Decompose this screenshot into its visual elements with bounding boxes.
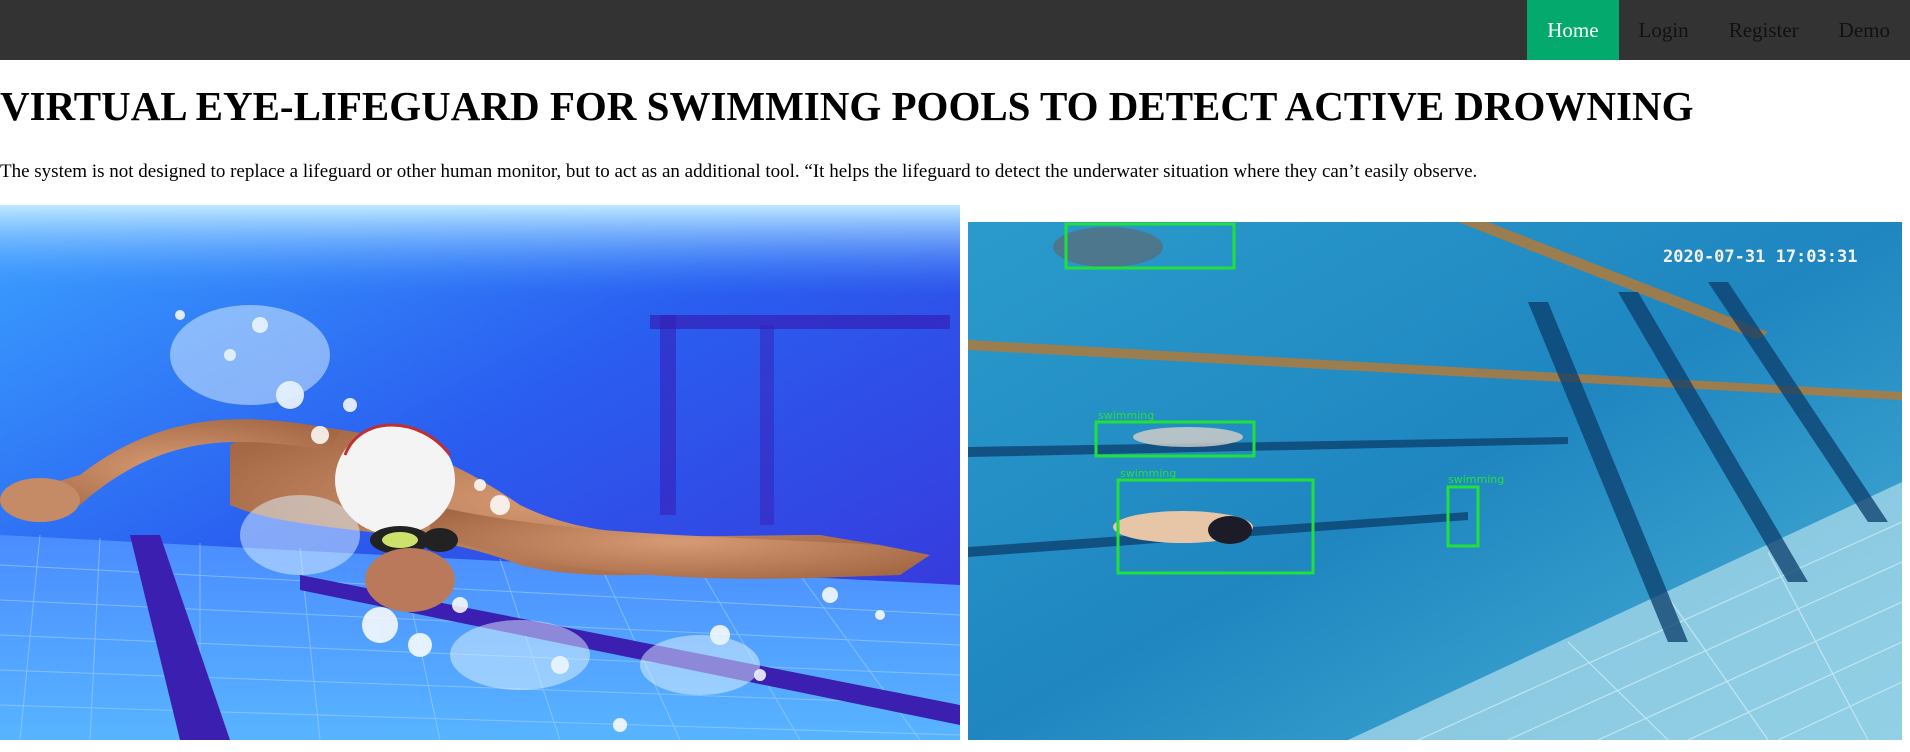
detection-camera-image: swimming swimming swimming 2020-07-31 17… [968,222,1902,740]
swimmer-underwater-image [0,205,960,740]
page-title: VIRTUAL EYE-LIFEGUARD FOR SWIMMING POOLS… [0,83,1694,129]
nav-home-link[interactable]: Home [1527,0,1619,60]
detection-label: swimming [1098,409,1154,422]
page-description: The system is not designed to replace a … [0,161,1478,182]
camera-timestamp: 2020-07-31 17:03:31 [1663,247,1857,267]
top-navigation-bar: Home Login Register Demo [0,0,1910,60]
detection-label: swimming [1120,467,1176,480]
detection-label: swimming [1448,473,1504,486]
nav-menu: Home Login Register Demo [1527,0,1910,60]
nav-demo-link[interactable]: Demo [1819,0,1910,60]
nav-login-link[interactable]: Login [1619,0,1709,60]
nav-register-link[interactable]: Register [1709,0,1819,60]
